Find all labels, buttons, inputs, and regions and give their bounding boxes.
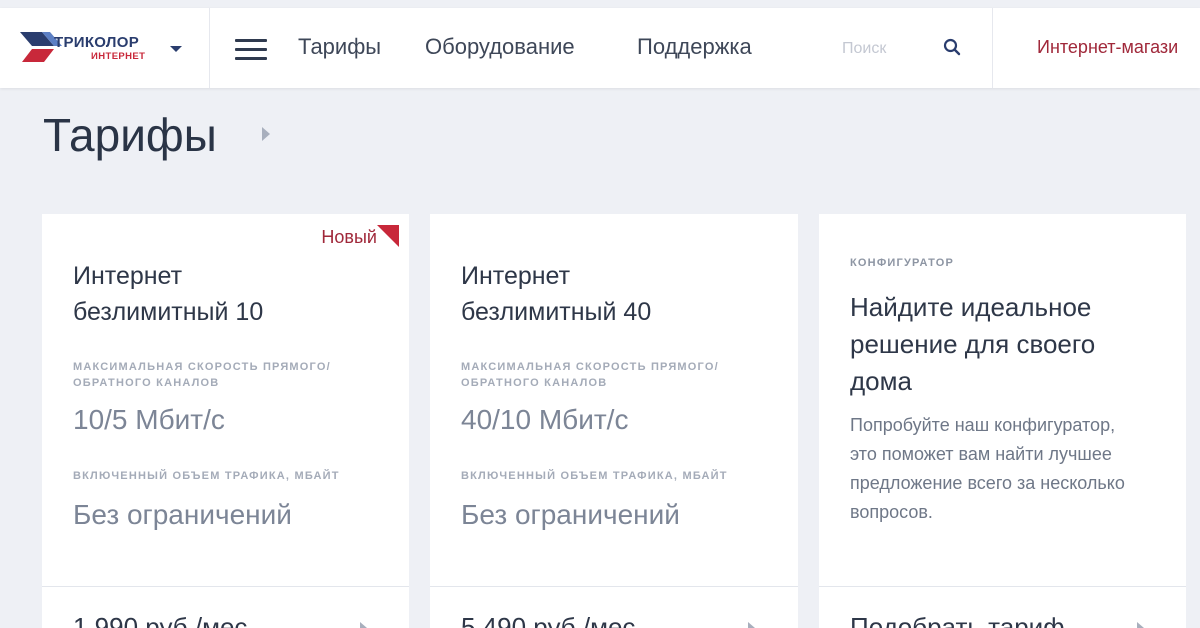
- chevron-right-icon[interactable]: [360, 622, 367, 628]
- nav-item-tariffs[interactable]: Тарифы: [298, 34, 381, 60]
- tariff-card[interactable]: Интернет безлимитный 40 МАКСИМАЛЬНАЯ СКО…: [430, 214, 798, 628]
- search-icon[interactable]: [943, 38, 961, 56]
- configurator-title: Найдите идеальное решение для своего дом…: [850, 292, 1096, 396]
- search-input[interactable]: Поиск: [842, 40, 886, 58]
- nav-item-support[interactable]: Поддержка: [637, 34, 752, 60]
- tariff-name: Интернет безлимитный 10: [73, 262, 264, 326]
- tariff-price[interactable]: 1 990 руб./мес.: [73, 612, 255, 628]
- tariff-card[interactable]: Новый Интернет безлимитный 10 МАКСИМАЛЬН…: [42, 214, 409, 628]
- logo-block[interactable]: ТРИКОЛОР ИНТЕРНЕТ: [0, 8, 210, 88]
- configurator-label: КОНФИГУРАТОР: [850, 257, 955, 269]
- tariff-name: Интернет безлимитный 40: [461, 262, 652, 326]
- chevron-down-icon[interactable]: [170, 46, 182, 52]
- new-corner-icon: [377, 225, 399, 247]
- configurator-link[interactable]: Подобрать тариф: [850, 612, 1065, 628]
- chevron-right-icon[interactable]: [748, 622, 755, 628]
- traffic-label: ВКЛЮЧЕННЫЙ ОБЪЕМ ТРАФИКА, МБАЙТ: [461, 470, 728, 482]
- speed-label: МАКСИМАЛЬНАЯ СКОРОСТЬ ПРЯМОГО/ ОБРАТНОГО…: [73, 361, 331, 389]
- top-strip: [0, 0, 1200, 8]
- header-divider: [992, 8, 993, 88]
- configurator-description: Попробуйте наш конфигуратор, это поможет…: [850, 415, 1125, 522]
- chevron-right-icon[interactable]: [262, 127, 270, 141]
- speed-value: 10/5 Мбит/с: [73, 404, 225, 435]
- chevron-right-icon[interactable]: [1137, 622, 1144, 628]
- traffic-value: Без ограничений: [461, 499, 680, 530]
- card-divider: [819, 586, 1186, 587]
- speed-label: МАКСИМАЛЬНАЯ СКОРОСТЬ ПРЯМОГО/ ОБРАТНОГО…: [461, 361, 719, 389]
- tariff-price[interactable]: 5 490 руб./мес.: [461, 612, 643, 628]
- logo-title: ТРИКОЛОР: [54, 34, 139, 51]
- card-divider: [42, 586, 409, 587]
- card-divider: [430, 586, 798, 587]
- new-badge: Новый: [321, 227, 377, 247]
- site-header: ТРИКОЛОР ИНТЕРНЕТ Тарифы Оборудование По…: [0, 8, 1200, 88]
- logo-text: ТРИКОЛОР ИНТЕРНЕТ: [54, 35, 145, 62]
- online-shop-link[interactable]: Интернет-магази: [1037, 37, 1178, 58]
- speed-value: 40/10 Мбит/с: [461, 404, 629, 435]
- menu-icon[interactable]: [235, 39, 267, 60]
- traffic-value: Без ограничений: [73, 499, 292, 530]
- traffic-label: ВКЛЮЧЕННЫЙ ОБЪЕМ ТРАФИКА, МБАЙТ: [73, 470, 340, 482]
- nav-item-equipment[interactable]: Оборудование: [425, 34, 575, 60]
- configurator-card[interactable]: КОНФИГУРАТОР Найдите идеальное решение д…: [819, 214, 1186, 628]
- page-title: Тарифы: [43, 109, 217, 161]
- logo-subtitle: ИНТЕРНЕТ: [91, 51, 146, 62]
